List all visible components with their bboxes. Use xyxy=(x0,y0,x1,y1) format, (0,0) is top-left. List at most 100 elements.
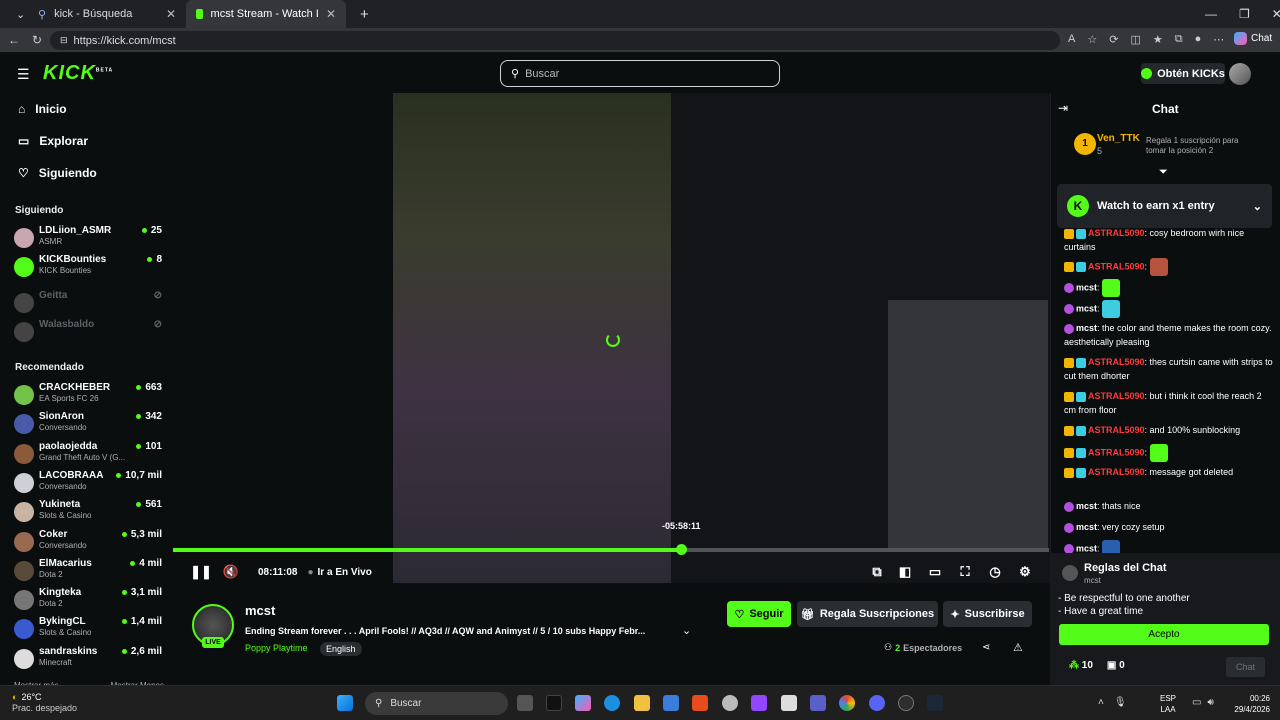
sidebar-channel[interactable]: BykingCL Slots & Casino 1,4 mil xyxy=(14,616,164,644)
chat-username[interactable]: mcst xyxy=(1076,522,1097,532)
extensions-icon[interactable]: ⟳ xyxy=(1109,33,1118,46)
search-input[interactable]: ⚲ Buscar xyxy=(500,60,780,87)
discord-icon[interactable] xyxy=(869,695,885,711)
user-avatar[interactable] xyxy=(1229,63,1251,85)
sidebar-channel[interactable]: paolaojedda Grand Theft Auto V (G... 101 xyxy=(14,441,164,469)
sidebar-channel[interactable]: Walasbaldo ⊘ xyxy=(14,319,164,347)
network-icon[interactable]: ▭ xyxy=(1192,697,1201,708)
edge-browser-icon[interactable] xyxy=(604,695,620,711)
report-warning-icon[interactable]: ⚠ xyxy=(1013,641,1023,654)
chevron-up-icon[interactable]: ˄ xyxy=(1098,697,1104,708)
kick-logo[interactable]: KICKBETA xyxy=(43,62,113,85)
chat-username[interactable]: ASTRAL5090 xyxy=(1088,447,1145,457)
chat-username[interactable]: ASTRAL5090 xyxy=(1088,261,1145,271)
teams-icon[interactable] xyxy=(810,695,826,711)
input-language[interactable]: ESP LAA xyxy=(1160,693,1176,715)
taskbar-clock[interactable]: 00:26 29/4/2026 xyxy=(1210,693,1270,715)
gift-subs-button[interactable]: 🎁︎ Regala Suscripciones xyxy=(797,601,938,627)
chat-username[interactable]: mcst xyxy=(1076,501,1097,511)
tiktok-icon[interactable] xyxy=(546,695,562,711)
nav-explore[interactable]: ▭ Explorar xyxy=(18,134,88,148)
copilot-chat-button[interactable]: Chat xyxy=(1234,32,1272,45)
go-live-button[interactable]: Ir a En Vivo xyxy=(318,567,372,578)
sidebar-channel[interactable]: Yukineta Slots & Casino 561 xyxy=(14,499,164,527)
top-gifter-cta[interactable]: Regala 1 suscripción para tomar la posic… xyxy=(1146,136,1256,156)
sidebar-channel[interactable]: SionAron Conversando 342 xyxy=(14,411,164,439)
chat-username[interactable]: ASTRAL5090 xyxy=(1088,357,1145,367)
send-chat-button[interactable]: Chat xyxy=(1226,657,1265,677)
get-kicks-button[interactable]: Obtén KICKs xyxy=(1141,63,1225,84)
back-icon[interactable]: ← xyxy=(8,33,20,47)
top-gifter-name[interactable]: Ven_TTK xyxy=(1097,133,1140,144)
sidebar-channel[interactable]: Coker Conversando 5,3 mil xyxy=(14,529,164,557)
url-field[interactable]: ⊟ https://kick.com/mcst xyxy=(50,31,1060,50)
seek-handle[interactable] xyxy=(676,544,688,555)
collections-icon[interactable]: ⧉ xyxy=(1175,33,1183,46)
microphone-icon[interactable]: 🎙︎ xyxy=(1114,697,1127,708)
minimize-icon[interactable]: — xyxy=(1205,7,1217,21)
accept-rules-button[interactable]: Acepto xyxy=(1059,624,1269,645)
stream-category[interactable]: Poppy Playtime xyxy=(245,643,308,653)
sidebar-channel[interactable]: Kingteka Dota 2 3,1 mil xyxy=(14,587,164,615)
chat-username[interactable]: mcst xyxy=(1076,543,1097,553)
nav-following[interactable]: ♡ Siguiendo xyxy=(18,166,97,180)
more-icon[interactable]: ⋯ xyxy=(1213,33,1224,46)
read-aloud-icon[interactable]: A xyxy=(1068,33,1075,46)
mute-icon[interactable]: 🔇 xyxy=(220,564,242,580)
nav-home[interactable]: ⌂ Inicio xyxy=(18,102,67,116)
favorites-icon[interactable]: ★ xyxy=(1153,33,1163,46)
maximize-icon[interactable]: ❐ xyxy=(1239,7,1250,21)
chat-username[interactable]: ASTRAL5090 xyxy=(1088,425,1145,435)
chat-username[interactable]: ASTRAL5090 xyxy=(1088,228,1145,238)
notes-icon[interactable] xyxy=(781,695,797,711)
sidebar-channel[interactable]: KICKBounties KICK Bounties 8 xyxy=(14,254,164,282)
pinned-filter-icon[interactable]: ⏷ xyxy=(1159,166,1168,179)
settings-gear-icon[interactable]: ⚙ xyxy=(1010,564,1040,580)
chat-username[interactable]: ASTRAL5090 xyxy=(1088,391,1145,401)
profile-icon[interactable]: ● xyxy=(1195,33,1202,46)
sidebar-channel[interactable]: LACOBRAAA Conversando 10,7 mil xyxy=(14,470,164,498)
app-icon[interactable] xyxy=(898,695,914,711)
theater-mode-icon[interactable]: ▭ xyxy=(920,564,950,580)
favorite-star-icon[interactable]: ☆ xyxy=(1087,33,1097,46)
close-window-icon[interactable]: ✕ xyxy=(1272,7,1280,21)
chat-username[interactable]: ASTRAL5090 xyxy=(1088,467,1145,477)
task-view-icon[interactable] xyxy=(517,695,533,711)
tab-list-button[interactable]: ⌄ xyxy=(6,0,26,28)
app-icon[interactable] xyxy=(692,695,708,711)
expand-title-chevron-down-icon[interactable]: ⌄ xyxy=(682,624,691,637)
collapse-chat-icon[interactable]: ⇥ xyxy=(1058,101,1068,115)
chat-username[interactable]: mcst xyxy=(1076,282,1097,292)
taskbar-search[interactable]: ⚲ Buscar xyxy=(365,692,508,715)
clip-icon[interactable]: ◧ xyxy=(890,564,920,580)
pause-icon[interactable]: ❚❚ xyxy=(190,564,212,580)
copilot-icon[interactable] xyxy=(575,695,591,711)
follow-button[interactable]: ♡ Seguir xyxy=(727,601,791,627)
chat-username[interactable]: mcst xyxy=(1076,303,1097,313)
share-icon[interactable]: ⋖ xyxy=(982,642,990,653)
store-icon[interactable] xyxy=(663,695,679,711)
playback-speed-icon[interactable]: ◷ xyxy=(980,564,1010,580)
gifts-balance[interactable]: ▣ 0 xyxy=(1107,660,1125,671)
sidebar-channel[interactable]: ElMacarius Dota 2 4 mil xyxy=(14,558,164,586)
kicks-balance[interactable]: ⁂ 10 xyxy=(1069,660,1093,671)
subscribe-button[interactable]: ✦ Suscribirse xyxy=(943,601,1032,627)
weather-widget[interactable]: ◐ 26°C Prac. despejado xyxy=(12,692,77,714)
sidebar-channel[interactable]: LDLiion_ASMR ASMR 25 xyxy=(14,225,164,253)
mini-player-icon[interactable]: ⧉ xyxy=(864,564,890,580)
sidebar-channel[interactable]: Geitta ⊘ xyxy=(14,290,164,318)
seek-bar[interactable] xyxy=(173,544,1049,555)
close-tab-icon[interactable]: ✕ xyxy=(326,7,336,21)
new-tab-button[interactable]: + xyxy=(350,0,379,28)
file-explorer-icon[interactable] xyxy=(634,695,650,711)
chrome-icon[interactable] xyxy=(839,695,855,711)
menu-icon[interactable]: ☰ xyxy=(17,66,30,83)
watch-earn-banner[interactable]: K Watch to earn x1 entry ⌄ xyxy=(1057,184,1272,228)
language-tag[interactable]: English xyxy=(320,642,362,656)
split-screen-icon[interactable]: ◫ xyxy=(1130,33,1140,46)
reload-icon[interactable]: ↻ xyxy=(32,33,42,47)
tab-search[interactable]: ⚲ kick - Búsqueda ✕ xyxy=(28,0,186,28)
chat-username[interactable]: mcst xyxy=(1076,323,1097,333)
sidebar-channel[interactable]: CRACKHEBER EA Sports FC 26 663 xyxy=(14,382,164,410)
app-icon[interactable] xyxy=(722,695,738,711)
